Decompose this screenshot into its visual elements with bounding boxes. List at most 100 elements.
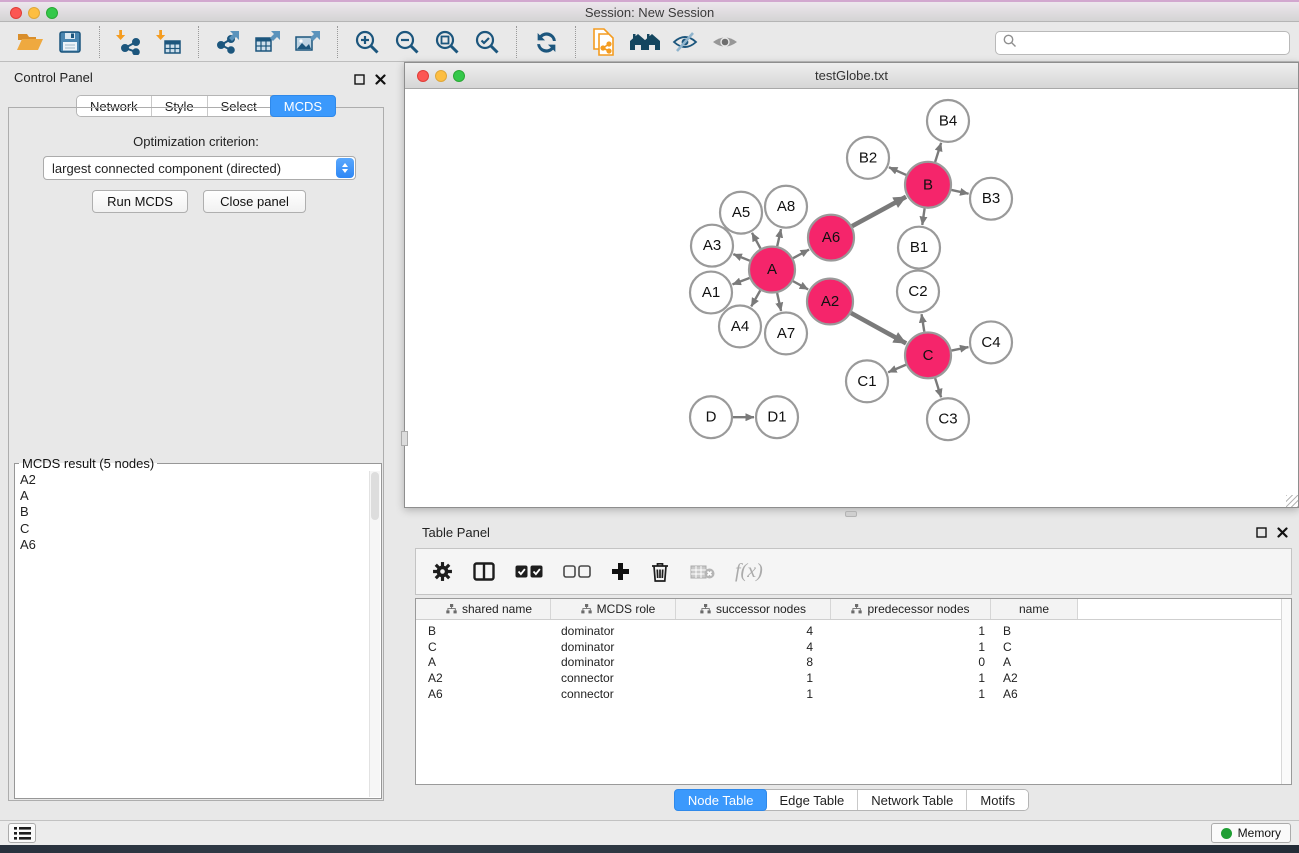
graph-node-label: B2	[859, 149, 877, 166]
zoom-in-icon[interactable]	[350, 26, 384, 58]
graph-node-label: B3	[982, 190, 1000, 207]
sort-hierarchy-icon	[581, 604, 592, 614]
graph-node-label: C	[923, 347, 934, 364]
memory-button[interactable]: Memory	[1211, 823, 1291, 843]
status-bar: Memory	[0, 820, 1299, 845]
sort-hierarchy-icon	[700, 604, 711, 614]
home-icon[interactable]	[628, 26, 662, 58]
tab-motifs[interactable]: Motifs	[967, 790, 1028, 810]
list-item[interactable]: C	[20, 521, 368, 537]
show-columns-icon[interactable]	[473, 562, 495, 581]
task-history-button[interactable]	[8, 823, 36, 843]
refresh-layout-icon[interactable]	[529, 26, 563, 58]
toolbar-separator	[99, 26, 100, 58]
graph-node-label: C3	[938, 411, 957, 428]
graph-node-label: C4	[981, 334, 1000, 351]
add-column-icon[interactable]	[611, 562, 630, 581]
graph-node-label: A8	[777, 198, 795, 215]
hide-eye-icon[interactable]	[668, 26, 702, 58]
criterion-dropdown[interactable]: largest connected component (directed)	[43, 156, 356, 180]
select-all-rows-icon[interactable]	[515, 565, 543, 578]
network-window-title-bar[interactable]: testGlobe.txt	[405, 63, 1298, 89]
app-title-bar: Session: New Session	[0, 0, 1299, 22]
control-panel-title: Control Panel	[14, 70, 93, 85]
list-item[interactable]: A6	[20, 537, 368, 553]
import-table-icon[interactable]	[152, 26, 186, 58]
list-item[interactable]: A	[20, 488, 368, 504]
list-icon	[14, 826, 31, 841]
export-table-icon[interactable]	[251, 26, 285, 58]
table-row[interactable]: Cdominator41C	[416, 639, 1291, 655]
result-scrollbar[interactable]	[369, 471, 380, 797]
list-item[interactable]: A2	[20, 472, 368, 488]
delete-table-icon[interactable]	[690, 564, 715, 580]
search-input[interactable]	[1022, 36, 1289, 51]
toolbar-search[interactable]	[995, 31, 1290, 55]
column-header-successor-nodes[interactable]: successor nodes	[676, 599, 831, 619]
column-header-shared-name[interactable]: shared name	[416, 599, 551, 619]
graph-node-label: C1	[857, 373, 876, 390]
search-icon	[1003, 34, 1017, 53]
run-mcds-button[interactable]: Run MCDS	[92, 190, 188, 213]
optimization-criterion-label: Optimization criterion:	[8, 134, 384, 149]
table-row[interactable]: Bdominator41B	[416, 623, 1291, 639]
table-panel-title: Table Panel	[422, 525, 490, 540]
tab-mcds[interactable]: MCDS	[270, 95, 336, 117]
export-network-icon[interactable]	[211, 26, 245, 58]
list-item[interactable]: B	[20, 504, 368, 520]
table-row[interactable]: A6connector11A6	[416, 686, 1291, 702]
session-title: Session: New Session	[0, 5, 1299, 20]
table-settings-gear-icon[interactable]	[432, 561, 453, 582]
control-panel-close-icon[interactable]	[375, 72, 386, 90]
zoom-selected-icon[interactable]	[470, 26, 504, 58]
close-panel-button[interactable]: Close panel	[203, 190, 306, 213]
mcds-result-list[interactable]: A2 A B C A6	[17, 471, 368, 796]
network-canvas[interactable]: AA1A2A3A4A5A6A7A8BB1B2B3B4CC1C2C3C4DD1	[405, 89, 1298, 507]
memory-label: Memory	[1238, 826, 1281, 840]
graph-node-label: D1	[767, 409, 786, 426]
import-network-icon[interactable]	[112, 26, 146, 58]
main-toolbar	[0, 23, 1299, 62]
table-tabs: Node Table Edge Table Network Table Moti…	[674, 789, 1029, 811]
graph-node-label: D	[706, 409, 717, 426]
column-header-name[interactable]: name	[991, 599, 1078, 619]
network-file-icon[interactable]	[588, 26, 622, 58]
graph-node-label: B	[923, 176, 933, 193]
zoom-fit-icon[interactable]	[430, 26, 464, 58]
graph-node-label: A2	[821, 293, 839, 310]
tab-network-table[interactable]: Network Table	[858, 790, 967, 810]
table-panel-close-icon[interactable]	[1277, 525, 1288, 543]
toolbar-separator	[198, 26, 199, 58]
desktop-background-strip	[0, 845, 1299, 853]
window-resize-grip[interactable]	[1286, 495, 1298, 507]
mcds-result-title: MCDS result (5 nodes)	[19, 456, 157, 471]
delete-columns-icon[interactable]	[650, 561, 670, 583]
horizontal-splitter-handle[interactable]	[845, 511, 857, 517]
column-header-predecessor-nodes[interactable]: predecessor nodes	[831, 599, 991, 619]
function-builder-icon[interactable]: f(x)	[735, 560, 763, 583]
graph-node-label: A3	[703, 237, 721, 254]
mcds-result-box: MCDS result (5 nodes) A2 A B C A6	[14, 456, 382, 799]
tab-node-table[interactable]: Node Table	[674, 789, 768, 811]
sort-hierarchy-icon	[851, 604, 862, 614]
control-panel-float-icon[interactable]	[354, 72, 365, 90]
network-graph[interactable]: AA1A2A3A4A5A6A7A8BB1B2B3B4CC1C2C3C4DD1	[405, 89, 1298, 507]
splitter-collapse-handle[interactable]	[401, 431, 408, 446]
toolbar-separator	[337, 26, 338, 58]
table-scrollbar[interactable]	[1281, 599, 1291, 784]
network-window-title: testGlobe.txt	[405, 68, 1298, 83]
table-panel-float-icon[interactable]	[1256, 525, 1267, 543]
table-row[interactable]: A2connector11A2	[416, 670, 1291, 686]
export-image-icon[interactable]	[291, 26, 325, 58]
open-session-icon[interactable]	[13, 26, 47, 58]
tab-edge-table[interactable]: Edge Table	[766, 790, 858, 810]
graph-node-label: A1	[702, 284, 720, 301]
table-toolbar: f(x)	[415, 548, 1292, 595]
table-row[interactable]: Adominator80A	[416, 655, 1291, 671]
column-header-mcds-role[interactable]: MCDS role	[551, 599, 676, 619]
deselect-all-rows-icon[interactable]	[563, 565, 591, 578]
node-table: shared name MCDS role successor nodes pr…	[415, 598, 1292, 785]
save-session-icon[interactable]	[53, 26, 87, 58]
show-eye-icon[interactable]	[708, 26, 742, 58]
zoom-out-icon[interactable]	[390, 26, 424, 58]
